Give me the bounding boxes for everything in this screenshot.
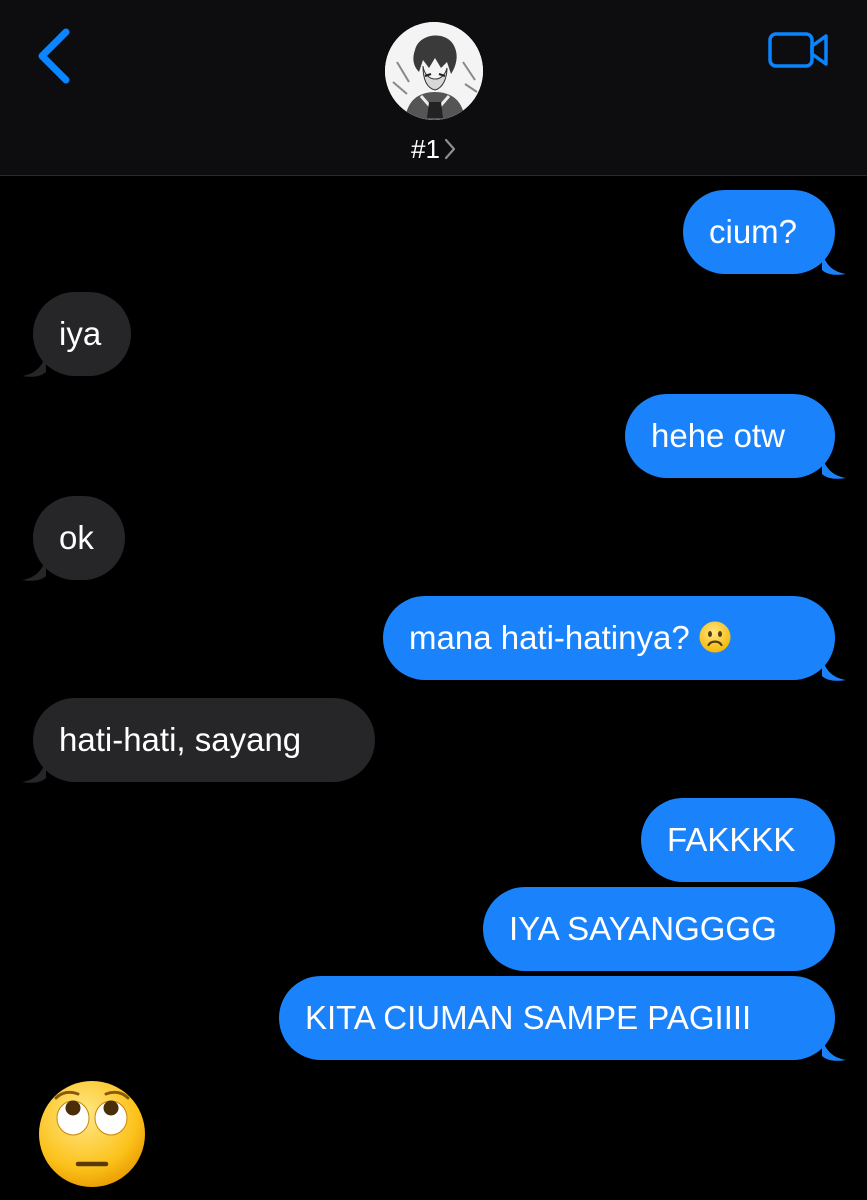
- bubble-tail: [822, 1038, 846, 1061]
- frowning-face-emoji-icon: [699, 621, 731, 653]
- chevron-right-icon: [444, 139, 456, 160]
- message-text: cium?: [709, 213, 798, 250]
- contact-name: #1: [411, 134, 440, 164]
- message-text: FAKKKK: [667, 821, 796, 858]
- contact-name-button[interactable]: #1: [0, 132, 867, 166]
- outgoing-message-bubble[interactable]: hehe otw: [625, 394, 835, 478]
- message-text: KITA CIUMAN SAMPE PAGIIII: [305, 999, 752, 1036]
- bubble-tail: [22, 354, 46, 377]
- anime-portrait-image: [385, 22, 483, 120]
- outgoing-message-bubble[interactable]: FAKKKK: [641, 798, 835, 882]
- bubble-tail: [822, 252, 846, 275]
- message-text: iya: [59, 315, 102, 352]
- incoming-message-bubble[interactable]: hati-hati, sayang: [33, 698, 375, 782]
- incoming-message-bubble[interactable]: iya: [33, 292, 131, 376]
- message-text: hati-hati, sayang: [59, 721, 302, 758]
- message-text: hehe otw: [651, 417, 785, 454]
- incoming-message-bubble[interactable]: ok: [33, 496, 125, 580]
- message-text: IYA SAYANGGGG: [509, 910, 777, 947]
- message-text: mana hati-hatinya?: [409, 619, 690, 656]
- message-text: ok: [59, 519, 94, 556]
- bubble-tail: [822, 456, 846, 479]
- bubble-tail: [22, 760, 46, 783]
- outgoing-message-bubble[interactable]: IYA SAYANGGGG: [483, 887, 835, 971]
- face-with-rolling-eyes-emoji-icon[interactable]: [36, 1078, 148, 1190]
- video-call-icon[interactable]: [766, 28, 832, 72]
- outgoing-message-bubble[interactable]: cium?: [683, 190, 835, 274]
- back-chevron-icon[interactable]: [30, 26, 80, 86]
- contact-avatar[interactable]: [385, 22, 483, 120]
- bubble-tail: [22, 558, 46, 581]
- outgoing-message-bubble[interactable]: mana hati-hatinya?: [383, 596, 835, 680]
- bubble-tail: [822, 658, 846, 681]
- conversation-header: #1: [0, 0, 867, 176]
- outgoing-message-bubble[interactable]: KITA CIUMAN SAMPE PAGIIII: [279, 976, 835, 1060]
